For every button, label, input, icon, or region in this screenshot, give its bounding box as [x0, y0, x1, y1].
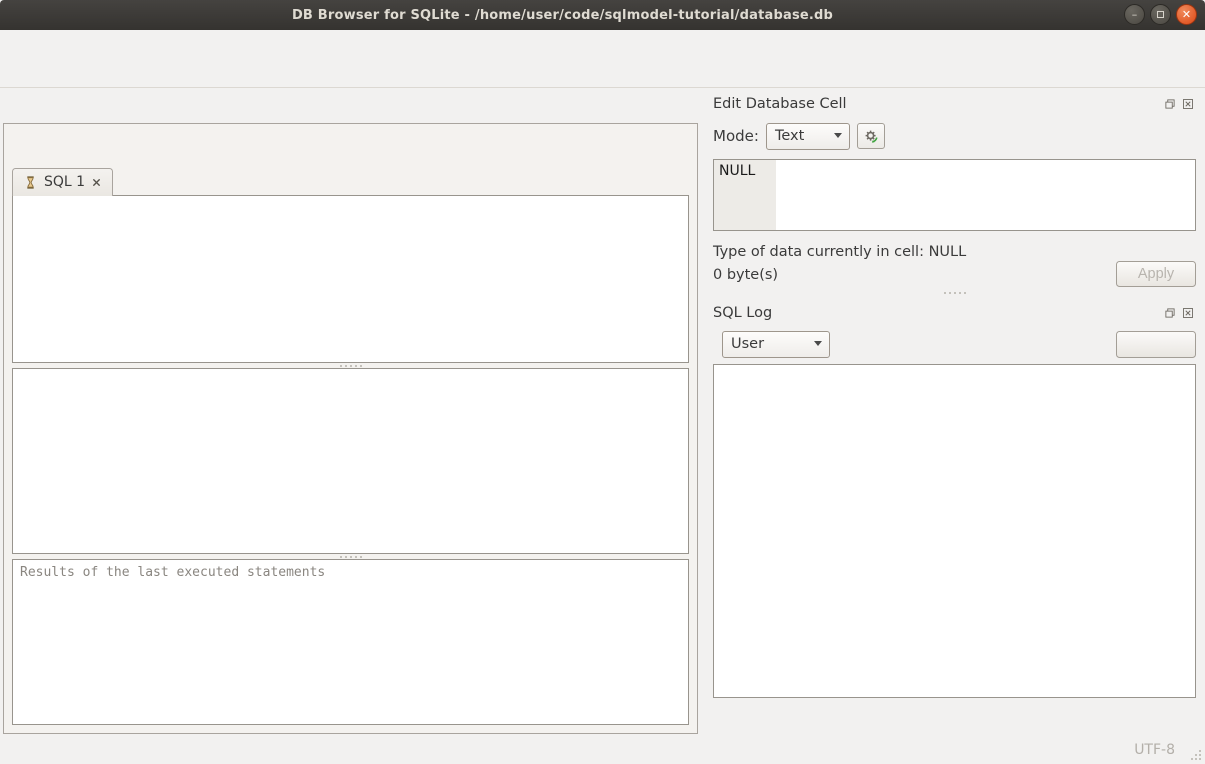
float-dock-icon[interactable] — [1163, 97, 1176, 110]
results-grid[interactable] — [12, 368, 689, 554]
sql-log-dock-header: SQL Log — [713, 299, 1196, 326]
edit-cell-title: Edit Database Cell — [713, 96, 847, 112]
mode-value: Text — [775, 128, 804, 144]
encoding-indicator[interactable]: UTF-8 — [1134, 742, 1175, 758]
window-controls: – ✕ — [1124, 4, 1197, 25]
log-filter-value: User — [731, 336, 764, 352]
chevron-down-icon — [814, 341, 822, 346]
title-bar[interactable]: DB Browser for SQLite - /home/user/code/… — [0, 0, 1205, 30]
cell-type-info: Type of data currently in cell: NULL — [713, 241, 966, 264]
app-window: DB Browser for SQLite - /home/user/code/… — [0, 0, 1205, 764]
left-pane: SQL 1 Results of the last executed state… — [0, 88, 701, 735]
cell-size-info: 0 byte(s) — [713, 264, 966, 287]
status-bar: UTF-8 — [0, 735, 1205, 764]
close-tab-icon[interactable] — [91, 177, 102, 188]
main-tab-bar — [0, 88, 701, 123]
maximize-icon[interactable] — [1150, 4, 1171, 25]
sql-toolbar — [12, 130, 689, 164]
chevron-down-icon — [834, 133, 842, 138]
dock-splitter[interactable] — [713, 287, 1196, 299]
close-icon[interactable]: ✕ — [1176, 4, 1197, 25]
cell-editor-body[interactable] — [776, 160, 1195, 230]
cell-info-row: Type of data currently in cell: NULL 0 b… — [713, 241, 1196, 287]
sql-log-title: SQL Log — [713, 305, 772, 321]
execute-sql-panel: SQL 1 Results of the last executed state… — [3, 123, 698, 734]
mode-label: Mode: — [713, 127, 759, 145]
close-dock-icon[interactable] — [1181, 97, 1194, 110]
apply-button[interactable]: Apply — [1116, 261, 1196, 287]
sql-editor[interactable] — [12, 195, 689, 363]
edit-cell-dock-header: Edit Database Cell — [713, 90, 1196, 117]
resize-grip[interactable] — [1190, 749, 1202, 761]
hourglass-icon — [23, 175, 38, 190]
bottom-tab-bar — [713, 704, 1196, 735]
apply-mode-button[interactable] — [857, 123, 885, 149]
results-message-box[interactable]: Results of the last executed statements — [12, 559, 689, 725]
sql-log-view[interactable] — [713, 364, 1196, 698]
cell-null-indicator: NULL — [714, 160, 776, 230]
main-area: SQL 1 Results of the last executed state… — [0, 88, 1205, 735]
minimize-icon[interactable]: – — [1124, 4, 1145, 25]
mode-select[interactable]: Text — [766, 123, 850, 150]
sql-editor-tab[interactable]: SQL 1 — [12, 168, 113, 196]
float-dock-icon[interactable] — [1163, 306, 1176, 319]
menu-bar — [0, 30, 1205, 55]
main-toolbar — [0, 55, 1205, 88]
right-panel: Edit Database Cell Mode: Text NULL — [701, 88, 1205, 735]
sql-tab-bar: SQL 1 — [12, 164, 689, 195]
sql-tab-label: SQL 1 — [44, 174, 85, 190]
cell-editor[interactable]: NULL — [713, 159, 1196, 231]
cell-mode-row: Mode: Text — [713, 117, 1196, 155]
close-dock-icon[interactable] — [1181, 306, 1194, 319]
window-title: DB Browser for SQLite - /home/user/code/… — [0, 8, 1125, 23]
log-filter-row: User — [713, 326, 1196, 362]
log-filter-select[interactable]: User — [722, 331, 830, 358]
clear-log-button[interactable] — [1116, 331, 1196, 358]
results-message: Results of the last executed statements — [20, 565, 325, 580]
